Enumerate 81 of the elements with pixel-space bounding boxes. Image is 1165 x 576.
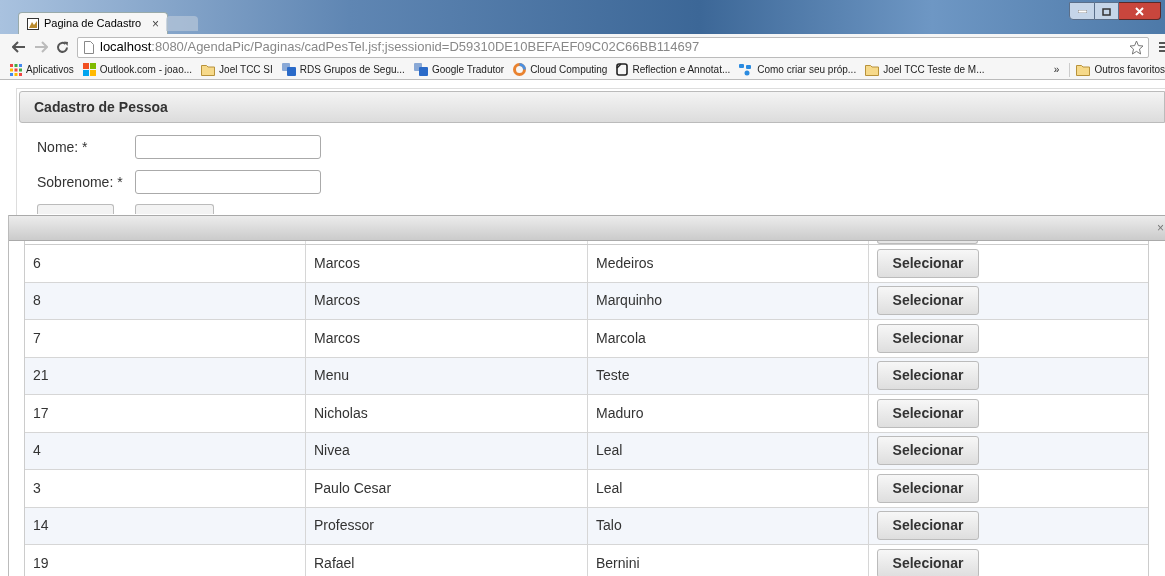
dialog-close-button[interactable]: × [1157, 219, 1164, 237]
folder-icon [865, 63, 880, 76]
table-cell-text: 3 [33, 478, 41, 498]
select-button[interactable]: Selecionar [877, 511, 979, 541]
bookmark-item[interactable]: Aplicativos [10, 62, 74, 77]
address-field[interactable]: localhost:8080/AgendaPic/Paginas/cadPesTel.jsf;jsessionid=D59310DE10BEFAEF09C02C66BB114697 [77, 36, 1149, 58]
table-cell-text: Marcola [596, 328, 646, 348]
field-label: Nome: * [37, 137, 89, 157]
table-cell-text: Marquinho [596, 291, 663, 311]
table-cell-text: Leal [596, 441, 623, 461]
bookmark-item[interactable]: Como criar seu próp... [739, 62, 857, 77]
table-cell-text: Nivea [314, 441, 350, 461]
table-cell-text: Marcos [314, 253, 360, 273]
table-cell-text: Rafael [314, 553, 355, 573]
table-cell-text: Menu [314, 366, 350, 386]
folder-icon [201, 63, 216, 76]
close-icon [1135, 6, 1144, 16]
select-button[interactable]: Selecionar [877, 361, 979, 391]
back-arrow-icon[interactable] [12, 41, 26, 53]
text-input[interactable] [135, 135, 321, 159]
table-cell-text: 14 [33, 516, 49, 536]
table-cell-text: Marcos [314, 291, 360, 311]
forward-arrow-icon[interactable] [34, 41, 48, 53]
table-cell-text: Bernini [596, 553, 640, 573]
table-cell-text: 21 [33, 366, 49, 386]
bookmark-item[interactable]: Google Tradutor [413, 62, 505, 77]
url-text: localhost:8080/AgendaPic/Paginas/cadPesTel.jsf;jsessionid=D59310DE10BEFAEF09C02C66BB114697 [100, 38, 701, 57]
select-button[interactable]: Selecionar [877, 323, 979, 353]
panel-header: Cadastro de Pessoa [19, 91, 1165, 123]
page-icon [84, 40, 94, 54]
table-cell-text: Paulo Cesar [314, 478, 392, 498]
table-cell-text: 4 [33, 441, 41, 461]
bookmark-item[interactable]: Reflection e Annotat... [616, 62, 731, 77]
table-cell-text: 8 [33, 291, 41, 311]
minimize-button[interactable] [1069, 2, 1095, 20]
select-button[interactable]: Selecionar [877, 436, 979, 466]
page-icon [616, 63, 629, 76]
table-cell-text: Nicholas [314, 403, 368, 423]
select-button[interactable]: Selecionar [877, 473, 979, 503]
bookmark-item[interactable]: Joel TCC Teste de M... [865, 62, 985, 77]
more-bookmarks-button[interactable]: » [1053, 62, 1060, 77]
select-button[interactable]: Selecionar [877, 248, 979, 278]
translate-icon [413, 63, 428, 76]
bookmark-item[interactable]: Joel TCC SI [201, 62, 273, 77]
star-icon[interactable] [1129, 39, 1144, 55]
translate-icon [281, 63, 296, 76]
select-button[interactable]: Selecionar [877, 548, 979, 576]
table-cell-text: Teste [596, 366, 630, 386]
table-cell-text: 7 [33, 328, 41, 348]
close-window-button[interactable] [1119, 2, 1161, 20]
apps-grid-icon [10, 63, 22, 76]
page-favicon-icon [27, 17, 39, 30]
bookmark-item[interactable]: RDS Grupos de Segu... [281, 62, 405, 77]
restore-icon [1101, 6, 1112, 16]
select-button[interactable]: Selecionar [877, 398, 979, 428]
table-cell-text: Medeiros [596, 253, 654, 273]
minimize-icon [1077, 9, 1087, 13]
table-cell-text: Leal [596, 478, 623, 498]
windows-logo-icon [82, 63, 96, 76]
select-button[interactable]: Selecionar [877, 286, 979, 316]
bookmark-item[interactable]: Outlook.com - joao... [82, 62, 193, 77]
tab-title: Pagina de Cadastro [44, 16, 143, 32]
text-input[interactable] [135, 170, 321, 194]
reload-icon[interactable] [56, 40, 69, 54]
table-cell-text: Professor [314, 516, 374, 536]
bookmark-item[interactable]: Outros favoritos [1076, 62, 1165, 77]
field-label: Sobrenome: * [37, 172, 124, 192]
bookmark-item[interactable]: Cloud Computing [513, 62, 608, 77]
table-cell-text: Talo [596, 516, 622, 536]
tab-close-button[interactable]: × [152, 14, 159, 33]
table-cell-text: Maduro [596, 403, 644, 423]
table-cell-text: 19 [33, 553, 49, 573]
ring-icon [513, 63, 527, 76]
restore-button[interactable] [1095, 2, 1119, 20]
link-shapes-icon [739, 63, 754, 76]
browser-tab[interactable]: Pagina de Cadastro × [18, 12, 168, 34]
menu-icon[interactable] [1159, 41, 1165, 53]
table-cell-text: Marcos [314, 328, 360, 348]
table-cell-text: 6 [33, 253, 41, 273]
folder-icon [1076, 63, 1091, 76]
table-cell-text: 17 [33, 403, 49, 423]
